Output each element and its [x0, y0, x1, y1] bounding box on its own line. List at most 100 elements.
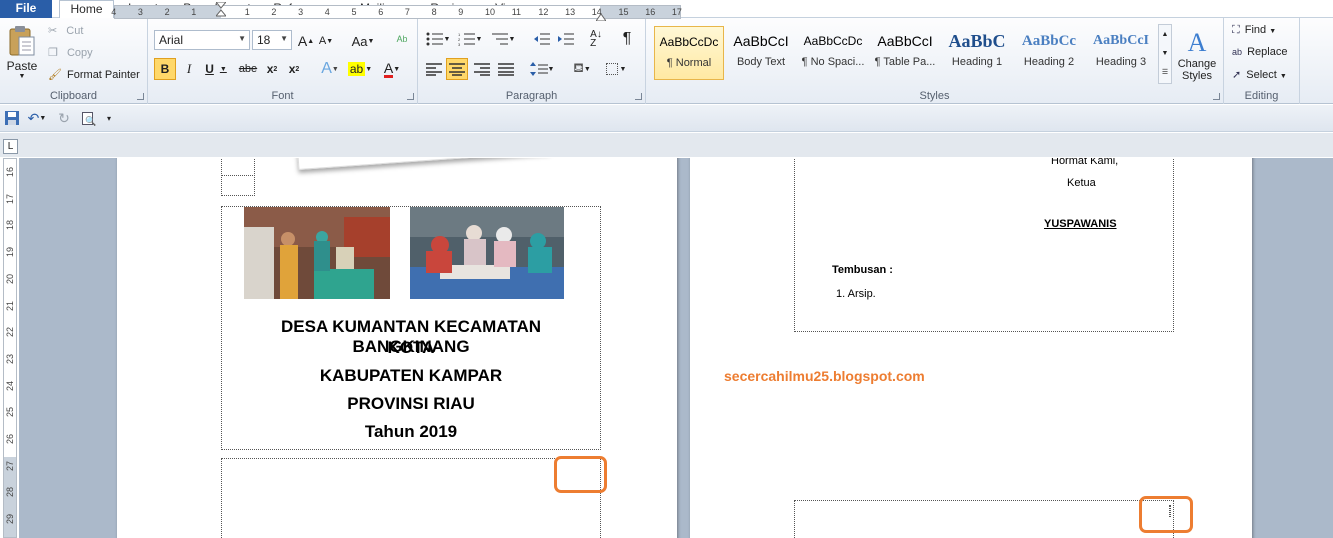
bold-button[interactable]: B — [154, 58, 176, 80]
tab-selector-icon[interactable]: L — [3, 139, 18, 154]
style-name: Body Text — [736, 56, 786, 68]
select-button[interactable]: ➚ Select ▼ — [1232, 68, 1287, 81]
strikethrough-button[interactable]: abe — [236, 58, 260, 80]
change-case-button[interactable]: Aa ▼ — [350, 32, 376, 50]
font-family-value: Arial — [159, 33, 184, 47]
replace-button[interactable]: ab Replace — [1232, 46, 1287, 58]
grow-font-button[interactable]: A ▲ — [298, 32, 314, 50]
photo-1[interactable] — [244, 207, 390, 299]
style-normal[interactable]: AaBbCcDc ¶ Normal — [654, 26, 724, 80]
blog-watermark: secercahilmu25.blogspot.com — [724, 368, 925, 384]
undo-button[interactable]: ↶ ▼ — [24, 110, 50, 126]
line-spacing-button[interactable]: ▼ — [528, 60, 556, 78]
chevron-down-icon[interactable]: ▼ — [238, 34, 246, 43]
superscript-button[interactable]: x2 — [284, 58, 304, 80]
save-button[interactable] — [4, 110, 20, 126]
align-left-button[interactable] — [424, 60, 444, 78]
format-painter-button[interactable]: 🖌 Format Painter — [48, 68, 140, 81]
style-heading-1[interactable]: AaBbC Heading 1 — [942, 26, 1012, 80]
font-family-combo[interactable]: Arial ▼ — [154, 30, 250, 50]
more-styles-icon[interactable]: ☰ — [1159, 63, 1171, 82]
indent-marker-icon[interactable] — [214, 1, 228, 17]
chevron-down-icon[interactable]: ▼ — [280, 34, 288, 43]
underline-button[interactable]: U ▼ — [202, 58, 230, 80]
style-body-text[interactable]: AaBbCcI Body Text — [726, 26, 796, 80]
redo-button[interactable]: ↻ — [56, 110, 72, 126]
shading-button[interactable]: ⛾ ▼ — [568, 60, 596, 78]
chevron-down-icon: ▼ — [39, 114, 47, 122]
vertical-ruler[interactable]: 16 17 18 19 20 21 22 23 24 25 26 27 28 29 — [3, 158, 17, 538]
empty-text-box-2[interactable] — [794, 500, 1174, 538]
shrink-font-button[interactable]: A ▼ — [318, 32, 334, 50]
ruler-number: 18 — [5, 220, 15, 231]
cut-button[interactable]: ✂ Cut — [48, 24, 83, 37]
ruler-number: 4 — [324, 7, 330, 17]
paragraph-launcher-icon[interactable] — [635, 93, 642, 100]
letter-text-box[interactable]: Hormat Kami, Ketua YUSPAWANIS Tembusan :… — [794, 158, 1174, 332]
text-effects-button[interactable]: A ▼ — [316, 58, 344, 80]
clear-formatting-button[interactable]: ᴬᵇ — [392, 30, 412, 50]
ruler-number: 28 — [5, 487, 15, 498]
justify-button[interactable] — [496, 60, 516, 78]
table-cell — [221, 158, 255, 176]
chevron-down-icon[interactable]: ▼ — [1159, 44, 1171, 63]
title-text-box[interactable]: DESA KUMANTAN KECAMATAN BANGKINANG KOTA … — [221, 206, 601, 450]
document-area[interactable]: DESA KUMANTAN KECAMATAN BANGKINANG KOTA … — [19, 158, 1333, 538]
font-group: Arial ▼ 18 ▼ A ▲ A ▼ Aa ▼ ᴬᵇ B I U ▼ abe x2 … — [148, 18, 418, 104]
ruler-number: 12 — [538, 7, 549, 17]
font-color-button[interactable]: A ▼ — [378, 58, 406, 80]
bullets-button[interactable]: ▼ — [424, 30, 452, 48]
style-heading-3[interactable]: AaBbCcI Heading 3 — [1086, 26, 1156, 80]
increase-indent-button[interactable] — [556, 30, 576, 48]
ruler-number: 25 — [5, 407, 15, 418]
justify-icon — [498, 63, 514, 76]
font-launcher-icon[interactable] — [407, 93, 414, 100]
numbering-button[interactable]: 1 2 3 ▼ — [456, 30, 484, 48]
multilevel-list-button[interactable]: ▼ — [488, 30, 518, 48]
chevron-down-icon: ▼ — [1269, 28, 1277, 35]
horizontal-ruler[interactable]: 4 3 2 1 1 2 3 4 5 6 7 8 9 10 11 12 13 14 15 16 17 — [111, 1, 682, 22]
customize-qat-button[interactable]: ▾ — [102, 110, 116, 126]
print-preview-button[interactable]: 🔍 — [78, 110, 97, 126]
tab-home[interactable]: Home — [59, 0, 114, 19]
align-right-icon — [474, 63, 490, 76]
style-name: Heading 3 — [1095, 56, 1147, 68]
quick-access-toolbar: ↶ ▼ ↻ 🔍 ▾ — [0, 105, 1333, 132]
clipboard-launcher-icon[interactable] — [137, 93, 144, 100]
style-table-paragraph[interactable]: AaBbCcI ¶ Table Pa... — [870, 26, 940, 80]
right-indent-marker-icon[interactable] — [595, 12, 607, 24]
multilevel-list-icon — [491, 33, 508, 45]
page-2[interactable]: Hormat Kami, Ketua YUSPAWANIS Tembusan :… — [690, 158, 1252, 538]
shrink-font-icon: A — [318, 35, 327, 47]
subscript-button[interactable]: x2 — [262, 58, 282, 80]
style-heading-2[interactable]: AaBbCc Heading 2 — [1014, 26, 1084, 80]
binoculars-icon: ⛶ — [1232, 24, 1240, 36]
styles-gallery-scroll[interactable]: ▲ ▼ ☰ — [1158, 24, 1172, 84]
find-label: Find — [1244, 24, 1267, 36]
styles-launcher-icon[interactable] — [1213, 93, 1220, 100]
sort-button[interactable]: A↓ Z — [586, 28, 606, 50]
highlight-callout-2 — [1139, 496, 1193, 533]
show-hide-button[interactable]: ¶ — [616, 28, 638, 50]
borders-button[interactable]: ▼ — [602, 60, 630, 78]
align-right-button[interactable] — [472, 60, 492, 78]
tab-file[interactable]: File — [0, 0, 52, 18]
style-no-spacing[interactable]: AaBbCcDc ¶ No Spaci... — [798, 26, 868, 80]
ruler-number: 17 — [5, 193, 15, 204]
empty-text-box[interactable] — [221, 458, 601, 538]
tilted-photo-frame[interactable] — [297, 158, 550, 170]
title-line-4: PROVINSI RIAU — [347, 394, 475, 413]
ruler-number: 1 — [244, 7, 250, 17]
decrease-indent-button[interactable] — [532, 30, 552, 48]
font-size-combo[interactable]: 18 ▼ — [252, 30, 292, 50]
styles-group: AaBbCcDc ¶ Normal AaBbCcI Body Text AaBb… — [646, 18, 1224, 104]
align-center-button[interactable] — [446, 58, 468, 80]
italic-button[interactable]: I — [180, 58, 198, 80]
copy-button[interactable]: ❐ Copy — [48, 46, 93, 59]
paste-button[interactable]: Paste ▼ — [4, 22, 40, 82]
highlight-button[interactable]: ab ▼ — [346, 58, 374, 80]
find-button[interactable]: ⛶ Find ▼ — [1232, 24, 1276, 37]
change-styles-button[interactable]: A Change Styles — [1174, 22, 1220, 88]
photo-2[interactable] — [410, 207, 564, 299]
chevron-up-icon[interactable]: ▲ — [1159, 25, 1171, 44]
